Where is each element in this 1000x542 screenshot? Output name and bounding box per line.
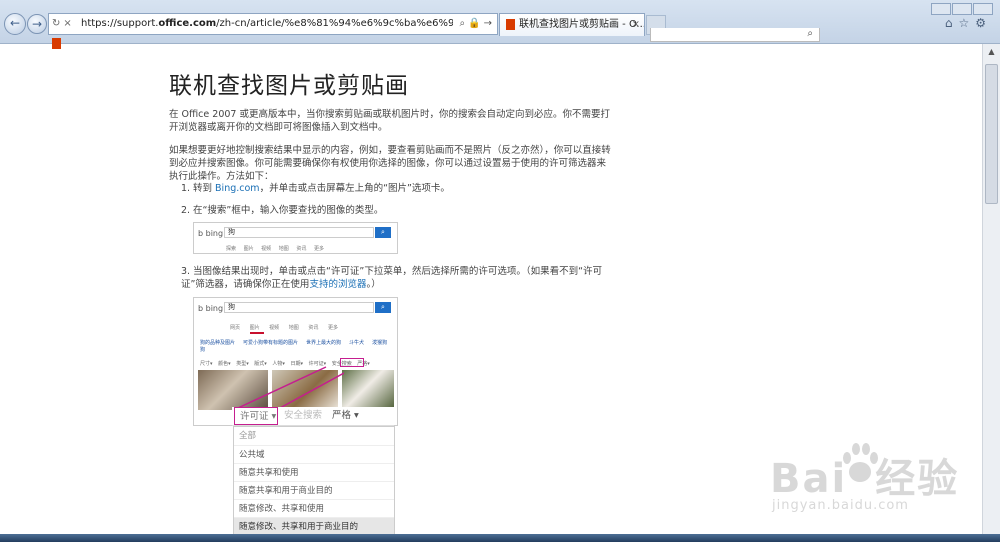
vertical-scrollbar[interactable]: ▲ xyxy=(982,44,1000,534)
license-option-share-use[interactable]: 随意共享和使用 xyxy=(234,463,394,481)
bing-tabs-image: 探索 图片 视频 地图 资讯 更多 xyxy=(226,246,324,252)
url-domain: office.com xyxy=(158,18,217,29)
license-option-share-commercial[interactable]: 随意共享和用于商业目的 xyxy=(234,481,394,499)
address-bar-actions: ⌕🔒→ xyxy=(460,14,495,34)
intro-paragraph: 在 Office 2007 或更高版本中，当你搜索剪贴画或联机图片时，你的搜索会… xyxy=(169,109,610,133)
license-option-all[interactable]: 全部 xyxy=(234,427,394,445)
license-option-public-domain[interactable]: 公共域 xyxy=(234,445,394,463)
step-1: 1. 转到 Bing.com，并单击或点击屏幕左上角的“图片”选项卡。 xyxy=(181,183,450,194)
bing-tabs-image: 网页 图片 视频 地图 资讯 更多 xyxy=(230,325,338,331)
forward-arrow-icon: → xyxy=(31,17,43,31)
article: 联机查找图片或剪贴画 在 Office 2007 或更高版本中，当你搜索剪贴画或… xyxy=(169,66,619,290)
address-bar-icons: ↻ × xyxy=(49,14,83,49)
supported-browsers-link[interactable]: 支持的浏览器 xyxy=(309,279,366,290)
license-option-modify-share[interactable]: 随意修改、共享和使用 xyxy=(234,499,394,517)
reload-icon[interactable]: ↻ xyxy=(52,14,60,34)
strict-dropdown[interactable]: 严格 ▾ xyxy=(332,407,359,425)
minimize-button[interactable] xyxy=(931,3,951,15)
related-searches: 狗的品种及图片 可爱小狗带有标题的图片 世界上最大的狗 斗牛犬 泼猴狗狗 xyxy=(200,340,388,353)
bing-logo: b bing xyxy=(198,229,224,238)
step-3: 3. 当图像结果出现时，单击或点击“许可证”下拉菜单，然后选择所需的许可选项。（如… xyxy=(181,266,603,290)
active-tab-underline xyxy=(250,332,264,334)
step-2: 2. 在“搜索”框中，输入你要查找的图像的类型。 xyxy=(181,205,384,216)
back-arrow-icon: ← xyxy=(9,16,21,30)
stop-icon[interactable]: × xyxy=(63,14,71,34)
bing-link[interactable]: Bing.com xyxy=(215,183,260,194)
browser-tab-active[interactable]: 联机查找图片或剪贴画 - O... × xyxy=(499,13,645,36)
safe-search-label: 安全搜索 xyxy=(284,410,323,421)
close-window-button[interactable] xyxy=(973,3,993,15)
bing-search-icon: ⌕ xyxy=(375,227,391,238)
toolbar-icons[interactable]: ⌂☆⚙ xyxy=(945,16,992,30)
article-title: 联机查找图片或剪贴画 xyxy=(169,73,409,99)
page-search-icon: ⌕ xyxy=(807,28,813,39)
browser-chrome: ← → ↻ × https://support.office.com/zh-cn/… xyxy=(0,0,1000,49)
method-paragraph: 如果想要更好地控制搜索结果中显示的内容，例如，要查看剪贴画而不是照片（反之亦然）… xyxy=(169,145,611,182)
dog-photo xyxy=(342,370,394,410)
tab-close-icon[interactable]: × xyxy=(632,14,640,36)
scroll-up-icon[interactable]: ▲ xyxy=(983,44,1000,60)
bing-search-icon: ⌕ xyxy=(375,302,391,313)
bing-search-box-image: 狗 xyxy=(224,227,374,238)
windows-taskbar xyxy=(0,534,1000,542)
bing-search-screenshot: b bing 狗 ⌕ 探索 图片 视频 地图 资讯 更多 xyxy=(193,222,398,254)
go-icon[interactable]: → xyxy=(484,18,495,29)
license-dropdown-button[interactable]: 许可证 ▾ xyxy=(234,407,278,425)
lock-icon[interactable]: 🔒 xyxy=(468,18,483,29)
license-filter-zoom: 许可证 ▾ 安全搜索 严格 ▾ xyxy=(232,407,394,426)
scroll-thumb[interactable] xyxy=(985,64,998,204)
paw-icon xyxy=(843,443,878,482)
watermark-url: jingyan.baidu.com xyxy=(772,498,909,513)
window-controls xyxy=(930,0,996,15)
forward-button[interactable]: → xyxy=(27,14,47,34)
office-favicon-icon xyxy=(506,18,515,30)
tab-title: 联机查找图片或剪贴画 - O... xyxy=(519,19,645,30)
license-menu: 全部 公共域 随意共享和使用 随意共享和用于商业目的 随意修改、共享和使用 随意… xyxy=(233,426,395,535)
address-bar[interactable]: ↻ × https://support.office.com/zh-cn/arti… xyxy=(48,13,498,49)
license-option-modify-commercial[interactable]: 随意修改、共享和用于商业目的 xyxy=(234,517,394,535)
callout-leader-lines xyxy=(237,366,344,409)
back-button[interactable]: ← xyxy=(4,13,26,35)
office-favicon-icon xyxy=(52,37,61,49)
bing-search-box-image: 狗 xyxy=(224,302,374,313)
search-icon[interactable]: ⌕ xyxy=(460,18,469,29)
page-search-box[interactable]: ⌕ xyxy=(650,28,820,42)
baidu-jingyan-watermark: Bai 经验 jingyan.baidu.com xyxy=(770,440,980,524)
bing-logo: b bing xyxy=(198,304,224,313)
url-text[interactable]: https://support.office.com/zh-cn/article… xyxy=(81,14,453,34)
maximize-button[interactable] xyxy=(952,3,972,15)
